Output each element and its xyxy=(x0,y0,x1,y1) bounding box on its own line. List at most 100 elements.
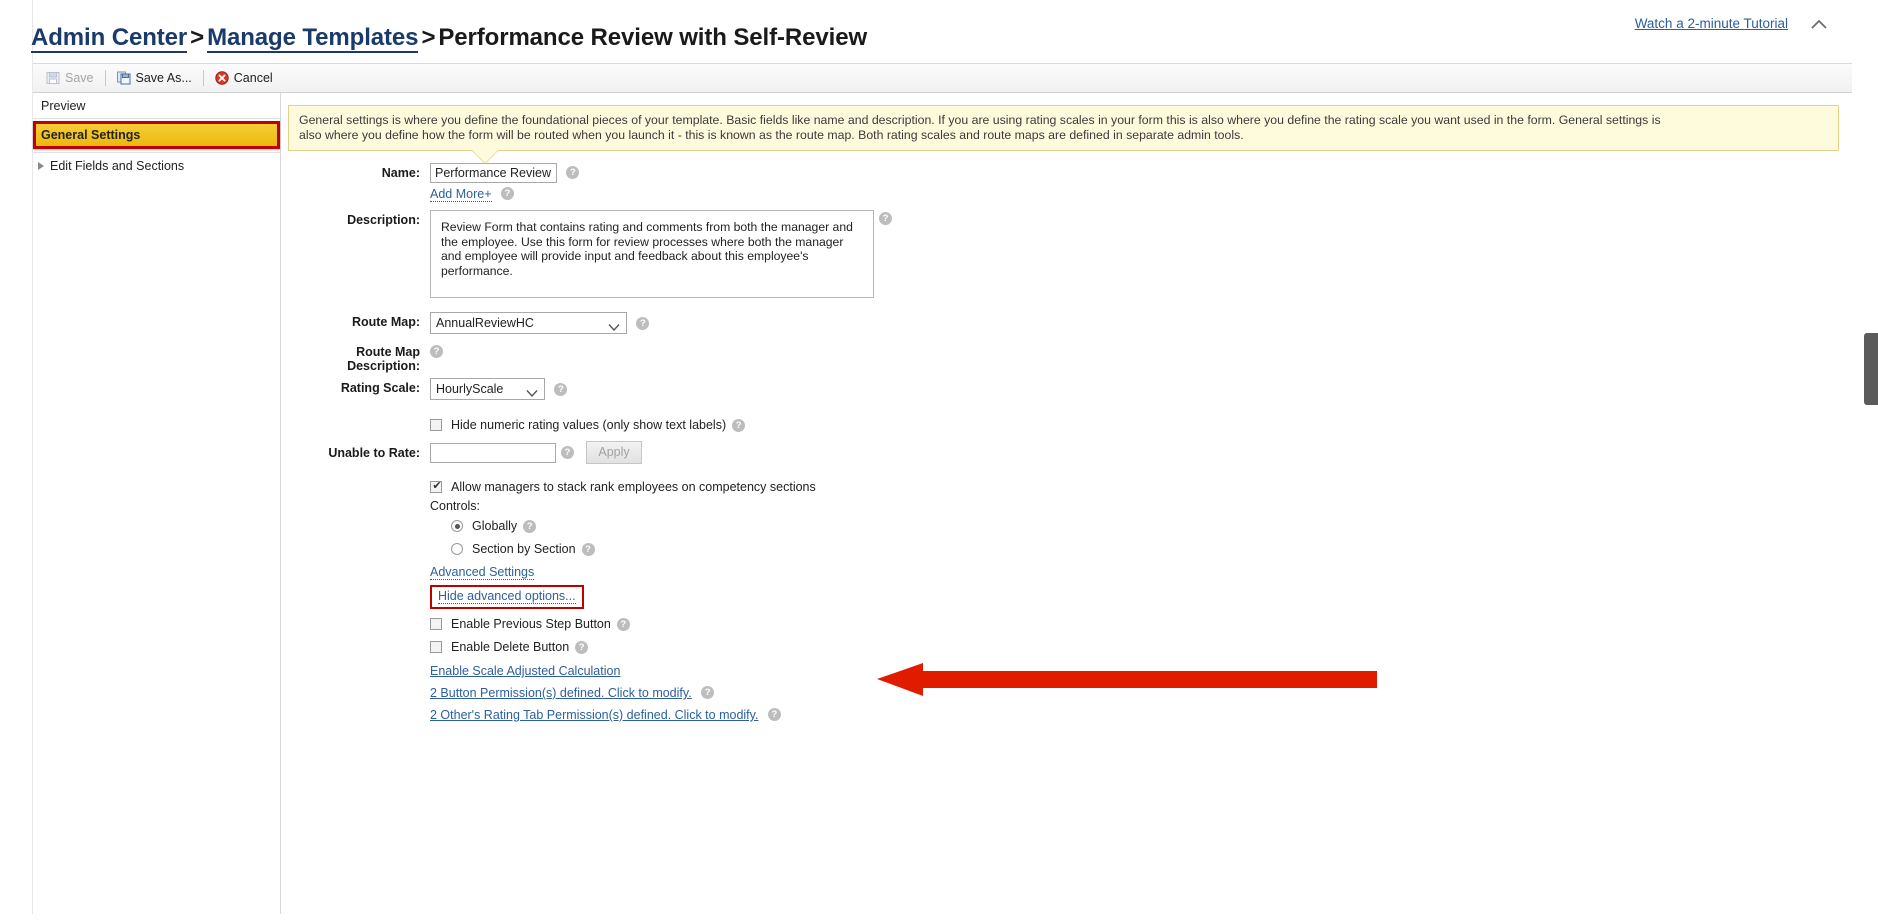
cancel-button[interactable]: Cancel xyxy=(209,69,279,87)
add-more-help-icon[interactable]: ? xyxy=(500,187,514,201)
rating-scale-row: Rating Scale: HourlyScale ? xyxy=(282,378,1852,400)
save-as-button-label: Save As... xyxy=(135,71,192,85)
page-header: Watch a 2-minute Tutorial Admin Center > M… xyxy=(31,0,1852,66)
hide-numeric-label: Hide numeric rating values (only show te… xyxy=(451,418,727,432)
description-help-icon[interactable]: ? xyxy=(879,212,892,225)
other-rating-tab-permissions-help-icon[interactable]: ? xyxy=(767,708,781,722)
enable-delete-button-help-icon[interactable]: ? xyxy=(575,640,589,654)
hide-numeric-spacer xyxy=(282,416,430,419)
stack-rank-row: Allow managers to stack rank employees o… xyxy=(282,478,1852,724)
button-permissions-help-icon[interactable]: ? xyxy=(701,686,715,700)
enable-previous-step-help-icon[interactable]: ? xyxy=(616,617,630,631)
stack-rank-label: Allow managers to stack rank employees o… xyxy=(451,480,816,494)
rating-scale-select[interactable]: HourlyScale xyxy=(430,378,545,400)
sidebar: Preview General Settings Edit Fields and… xyxy=(33,93,281,922)
toolbar: Save Save As... Cancel xyxy=(33,63,1852,93)
stack-rank-checkbox[interactable] xyxy=(430,479,443,493)
route-map-label: Route Map: xyxy=(351,315,420,329)
save-as-button[interactable]: Save As... xyxy=(111,69,198,87)
globally-help-icon[interactable]: ? xyxy=(523,519,537,533)
watch-tutorial-link[interactable]: Watch a 2-minute Tutorial xyxy=(1635,16,1788,31)
cancel-button-label: Cancel xyxy=(233,71,273,85)
chevron-down-icon xyxy=(526,385,538,398)
chevron-up-icon[interactable] xyxy=(1808,14,1830,36)
toolbar-divider-2 xyxy=(202,70,204,86)
section-by-section-label: Section by Section xyxy=(472,542,576,556)
breadcrumb-current-page: Performance Review with Self-Review xyxy=(438,24,868,51)
unable-to-rate-label: Unable to Rate: xyxy=(328,445,420,460)
hide-numeric-checkbox[interactable] xyxy=(430,419,442,431)
route-map-select[interactable]: AnnualReviewHC xyxy=(430,312,627,334)
route-map-description-label: Route Map Description: xyxy=(347,345,420,373)
enable-previous-step-label: Enable Previous Step Button xyxy=(451,617,611,631)
info-banner: General settings is where you define the… xyxy=(288,105,1839,151)
expand-triangle-icon[interactable] xyxy=(38,161,44,170)
name-help-icon[interactable]: ? xyxy=(566,166,580,180)
toolbar-divider-1 xyxy=(104,70,106,86)
sidebar-item-edit-fields-and-sections[interactable]: Edit Fields and Sections xyxy=(33,152,280,178)
enable-delete-button-checkbox[interactable] xyxy=(430,641,442,653)
description-row: Description: ? xyxy=(282,210,1852,298)
save-as-copy-icon xyxy=(116,71,131,85)
sidebar-item-general-settings-label: General Settings xyxy=(41,128,141,142)
globally-radio[interactable] xyxy=(451,520,463,532)
controls-label: Controls: xyxy=(430,499,481,513)
breadcrumb-separator-1: > xyxy=(190,24,205,51)
chevron-down-icon xyxy=(608,319,620,332)
route-map-row: Route Map: AnnualReviewHC ? xyxy=(282,312,1852,334)
breadcrumb-manage-templates[interactable]: Manage Templates xyxy=(207,24,419,53)
apply-button[interactable]: Apply xyxy=(586,441,642,464)
enable-delete-button-label: Enable Delete Button xyxy=(451,640,570,654)
hide-numeric-row: Hide numeric rating values (only show te… xyxy=(282,416,1852,434)
stack-rank-checkbox-row: Allow managers to stack rank employees o… xyxy=(430,478,1852,496)
route-map-selected-value: AnnualReviewHC xyxy=(436,316,534,330)
info-banner-line-2: also where you define how the form will … xyxy=(299,127,1244,142)
breadcrumb-admin-center[interactable]: Admin Center xyxy=(31,24,187,53)
hide-advanced-options-highlight: Hide advanced options... xyxy=(430,585,584,609)
route-map-help-icon[interactable]: ? xyxy=(636,316,650,330)
advanced-settings-link[interactable]: Advanced Settings xyxy=(430,565,535,580)
app-window: Watch a 2-minute Tutorial Admin Center > M… xyxy=(0,0,1878,922)
unable-to-rate-row: Unable to Rate: ? Apply xyxy=(282,441,1852,464)
general-settings-form: Name: ? Add More+ ? Description: ? xyxy=(282,163,1852,724)
breadcrumb-separator-2: > xyxy=(421,24,436,51)
name-input[interactable] xyxy=(430,163,557,183)
enable-previous-step-row: Enable Previous Step Button ? xyxy=(430,615,1852,633)
name-label: Name: xyxy=(381,166,420,180)
feedback-side-tab[interactable] xyxy=(1864,333,1878,405)
description-textarea[interactable] xyxy=(430,210,874,298)
button-permissions-link[interactable]: 2 Button Permission(s) defined. Click to… xyxy=(430,686,692,701)
section-by-section-radio-row: Section by Section ? xyxy=(451,540,1852,558)
add-more-link[interactable]: Add More+ xyxy=(430,187,492,202)
main-content: General settings is where you define the… xyxy=(282,93,1852,922)
section-by-section-radio[interactable] xyxy=(451,543,463,555)
bottom-strip xyxy=(0,914,1878,922)
breadcrumb: Admin Center > Manage Templates > Performanc… xyxy=(31,24,868,53)
route-map-description-help-icon[interactable]: ? xyxy=(430,345,443,359)
unable-to-rate-help-icon[interactable]: ? xyxy=(561,446,574,459)
hide-advanced-options-link[interactable]: Hide advanced options... xyxy=(438,589,576,604)
cancel-x-circle-icon xyxy=(215,71,229,85)
globally-label: Globally xyxy=(472,519,518,533)
description-label: Description: xyxy=(347,213,420,227)
rating-scale-label: Rating Scale: xyxy=(340,381,420,395)
globally-radio-row: Globally ? xyxy=(451,517,1852,535)
right-gutter xyxy=(1852,0,1878,922)
other-rating-tab-permissions-link[interactable]: 2 Other's Rating Tab Permission(s) defin… xyxy=(430,708,758,723)
hide-numeric-help-icon[interactable]: ? xyxy=(732,418,746,432)
enable-previous-step-checkbox[interactable] xyxy=(430,618,442,630)
section-by-section-help-icon[interactable]: ? xyxy=(581,542,595,556)
sidebar-item-edit-fields-label: Edit Fields and Sections xyxy=(50,158,185,173)
save-button-label: Save xyxy=(65,71,94,85)
save-button[interactable]: Save xyxy=(40,69,100,87)
sidebar-item-preview[interactable]: Preview xyxy=(33,93,280,119)
unable-to-rate-input[interactable] xyxy=(430,442,556,463)
sidebar-item-preview-label: Preview xyxy=(41,98,86,113)
left-gutter xyxy=(0,0,33,922)
enable-scale-adjusted-calculation-link[interactable]: Enable Scale Adjusted Calculation xyxy=(430,664,620,679)
info-banner-line-1: General settings is where you define the… xyxy=(299,113,1661,127)
rating-scale-help-icon[interactable]: ? xyxy=(554,382,568,396)
name-row: Name: ? Add More+ ? xyxy=(282,163,1852,203)
route-map-description-row: Route Map Description: ? xyxy=(282,342,1852,373)
sidebar-item-general-settings[interactable]: General Settings xyxy=(33,121,280,149)
